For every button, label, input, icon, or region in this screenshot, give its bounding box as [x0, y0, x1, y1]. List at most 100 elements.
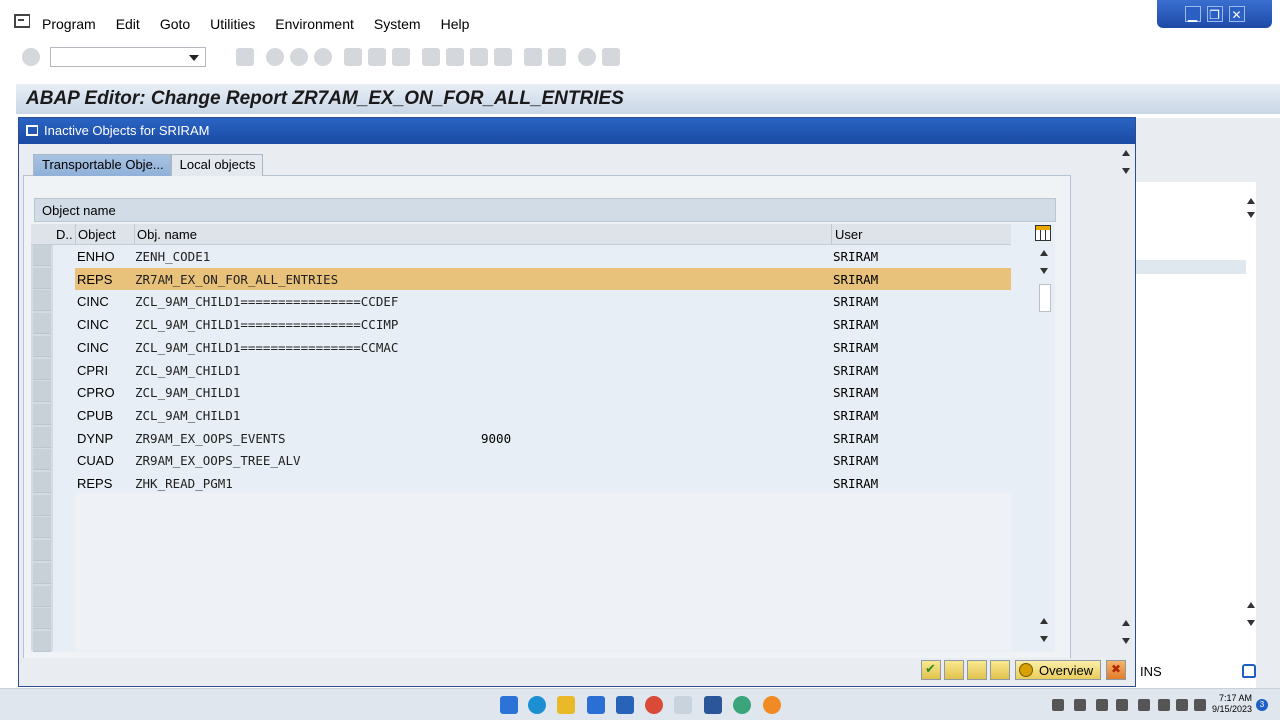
- enter-icon[interactable]: [22, 48, 40, 66]
- previous-page-icon[interactable]: [446, 48, 464, 66]
- help-icon[interactable]: [578, 48, 596, 66]
- microphone-icon[interactable]: [1116, 699, 1128, 711]
- customize-layout-icon[interactable]: [602, 48, 620, 66]
- scroll-up-icon[interactable]: [1247, 602, 1255, 608]
- editor-scrollbar[interactable]: [1244, 184, 1258, 626]
- row-selector[interactable]: [33, 335, 51, 357]
- scroll-up-icon[interactable]: [1122, 620, 1130, 626]
- tab-transportable-objects[interactable]: Transportable Obje...: [33, 154, 171, 176]
- back-icon[interactable]: [266, 48, 284, 66]
- table-row[interactable]: CINC ZCL_9AM_CHILD1================CCDEF S…: [75, 290, 1011, 312]
- scroll-down-icon[interactable]: [1122, 168, 1130, 174]
- menu-item-environment[interactable]: Environment: [275, 16, 354, 32]
- sync-icon[interactable]: [1096, 699, 1108, 711]
- volume-icon[interactable]: [1176, 699, 1188, 711]
- chrome-icon[interactable]: [645, 696, 663, 714]
- cloud-icon[interactable]: [1052, 699, 1064, 711]
- row-selector[interactable]: [33, 562, 51, 584]
- activate-anyway-button[interactable]: [944, 660, 964, 680]
- menu-item-edit[interactable]: Edit: [116, 16, 140, 32]
- table-row[interactable]: DYNP ZR9AM_EX_OOPS_EVENTS 9000 SRIRAM: [75, 427, 1011, 449]
- deselect-all-button[interactable]: [990, 660, 1010, 680]
- table-row[interactable]: ENHO ZENH_CODE1 SRIRAM: [75, 245, 1011, 267]
- row-selector[interactable]: [33, 267, 51, 289]
- cancel-button[interactable]: [1106, 660, 1126, 680]
- sap-logon-icon[interactable]: [674, 696, 692, 714]
- row-selector[interactable]: [33, 313, 51, 335]
- close-icon[interactable]: ✕: [1228, 6, 1245, 22]
- scroll-up-icon[interactable]: [1040, 618, 1048, 624]
- word-icon[interactable]: [704, 696, 722, 714]
- file-explorer-icon[interactable]: [557, 696, 575, 714]
- row-selector[interactable]: [33, 585, 51, 607]
- menu-item-help[interactable]: Help: [441, 16, 470, 32]
- cancel-icon[interactable]: [314, 48, 332, 66]
- column-header-obj-name[interactable]: Obj. name: [137, 227, 197, 245]
- row-selector[interactable]: [33, 517, 51, 539]
- start-icon[interactable]: [500, 696, 518, 714]
- new-session-icon[interactable]: [524, 48, 542, 66]
- restore-icon[interactable]: ❐: [1206, 6, 1223, 22]
- row-selector[interactable]: [33, 449, 51, 471]
- row-selector[interactable]: [33, 358, 51, 380]
- scroll-up-icon[interactable]: [1040, 250, 1048, 256]
- app-icon[interactable]: [763, 696, 781, 714]
- overview-button[interactable]: Overview: [1015, 660, 1101, 680]
- notification-badge[interactable]: 3: [1256, 699, 1268, 711]
- lock-icon[interactable]: [1242, 664, 1256, 678]
- globe-icon[interactable]: [733, 696, 751, 714]
- dialog-scrollbar-top[interactable]: [1119, 146, 1133, 178]
- scroll-up-icon[interactable]: [1122, 150, 1130, 156]
- grid-scrollbar[interactable]: [1037, 246, 1051, 646]
- table-row[interactable]: REPS ZR7AM_EX_ON_FOR_ALL_ENTRIES SRIRAM: [75, 267, 1011, 290]
- table-row[interactable]: CINC ZCL_9AM_CHILD1================CCIMP S…: [75, 313, 1011, 335]
- exit-icon[interactable]: [290, 48, 308, 66]
- dialog-menu-icon[interactable]: [26, 125, 38, 136]
- scroll-down-icon[interactable]: [1247, 212, 1255, 218]
- table-row[interactable]: CINC ZCL_9AM_CHILD1================CCMAC S…: [75, 336, 1011, 358]
- row-selector[interactable]: [33, 630, 51, 652]
- sap-menu-icon[interactable]: [14, 14, 30, 28]
- shortcut-icon[interactable]: [548, 48, 566, 66]
- table-row[interactable]: CUAD ZR9AM_EX_OOPS_TREE_ALV SRIRAM: [75, 449, 1011, 471]
- network-icon[interactable]: [1074, 699, 1086, 711]
- row-selector[interactable]: [33, 472, 51, 493]
- find-icon[interactable]: [368, 48, 386, 66]
- column-header-d[interactable]: D..: [56, 227, 73, 245]
- save-icon[interactable]: [236, 48, 254, 66]
- continue-button[interactable]: [921, 660, 941, 680]
- menu-item-goto[interactable]: Goto: [160, 16, 190, 32]
- first-page-icon[interactable]: [422, 48, 440, 66]
- menu-item-system[interactable]: System: [374, 16, 421, 32]
- edge-icon[interactable]: [528, 696, 546, 714]
- table-row[interactable]: CPRI ZCL_9AM_CHILD1 SRIRAM: [75, 359, 1011, 381]
- scroll-down-icon[interactable]: [1247, 620, 1255, 626]
- battery-icon[interactable]: [1194, 699, 1206, 711]
- row-selector[interactable]: [33, 608, 51, 630]
- scroll-thumb[interactable]: [1039, 284, 1051, 312]
- store-icon[interactable]: [587, 696, 605, 714]
- find-next-icon[interactable]: [392, 48, 410, 66]
- row-selector[interactable]: [33, 403, 51, 425]
- change-layout-icon[interactable]: [1035, 225, 1051, 241]
- minimize-icon[interactable]: ▁: [1184, 6, 1201, 22]
- tab-local-objects[interactable]: Local objects: [170, 154, 263, 176]
- chevron-down-icon[interactable]: [189, 55, 199, 61]
- row-selector[interactable]: [33, 540, 51, 562]
- mail-icon[interactable]: [616, 696, 634, 714]
- row-selector[interactable]: [33, 381, 51, 403]
- column-header-object[interactable]: Object: [78, 227, 116, 245]
- table-row[interactable]: REPS ZHK_READ_PGM1 SRIRAM: [75, 472, 1011, 494]
- command-field[interactable]: [50, 47, 206, 67]
- print-icon[interactable]: [344, 48, 362, 66]
- scroll-down-icon[interactable]: [1040, 268, 1048, 274]
- select-all-button[interactable]: [967, 660, 987, 680]
- last-page-icon[interactable]: [494, 48, 512, 66]
- wifi-icon[interactable]: [1158, 699, 1170, 711]
- table-row[interactable]: CPUB ZCL_9AM_CHILD1 SRIRAM: [75, 404, 1011, 426]
- clock[interactable]: 7:17 AM 9/15/2023: [1212, 693, 1252, 715]
- row-selector[interactable]: [33, 426, 51, 448]
- row-selector[interactable]: [33, 290, 51, 312]
- row-selector[interactable]: [33, 245, 51, 266]
- next-page-icon[interactable]: [470, 48, 488, 66]
